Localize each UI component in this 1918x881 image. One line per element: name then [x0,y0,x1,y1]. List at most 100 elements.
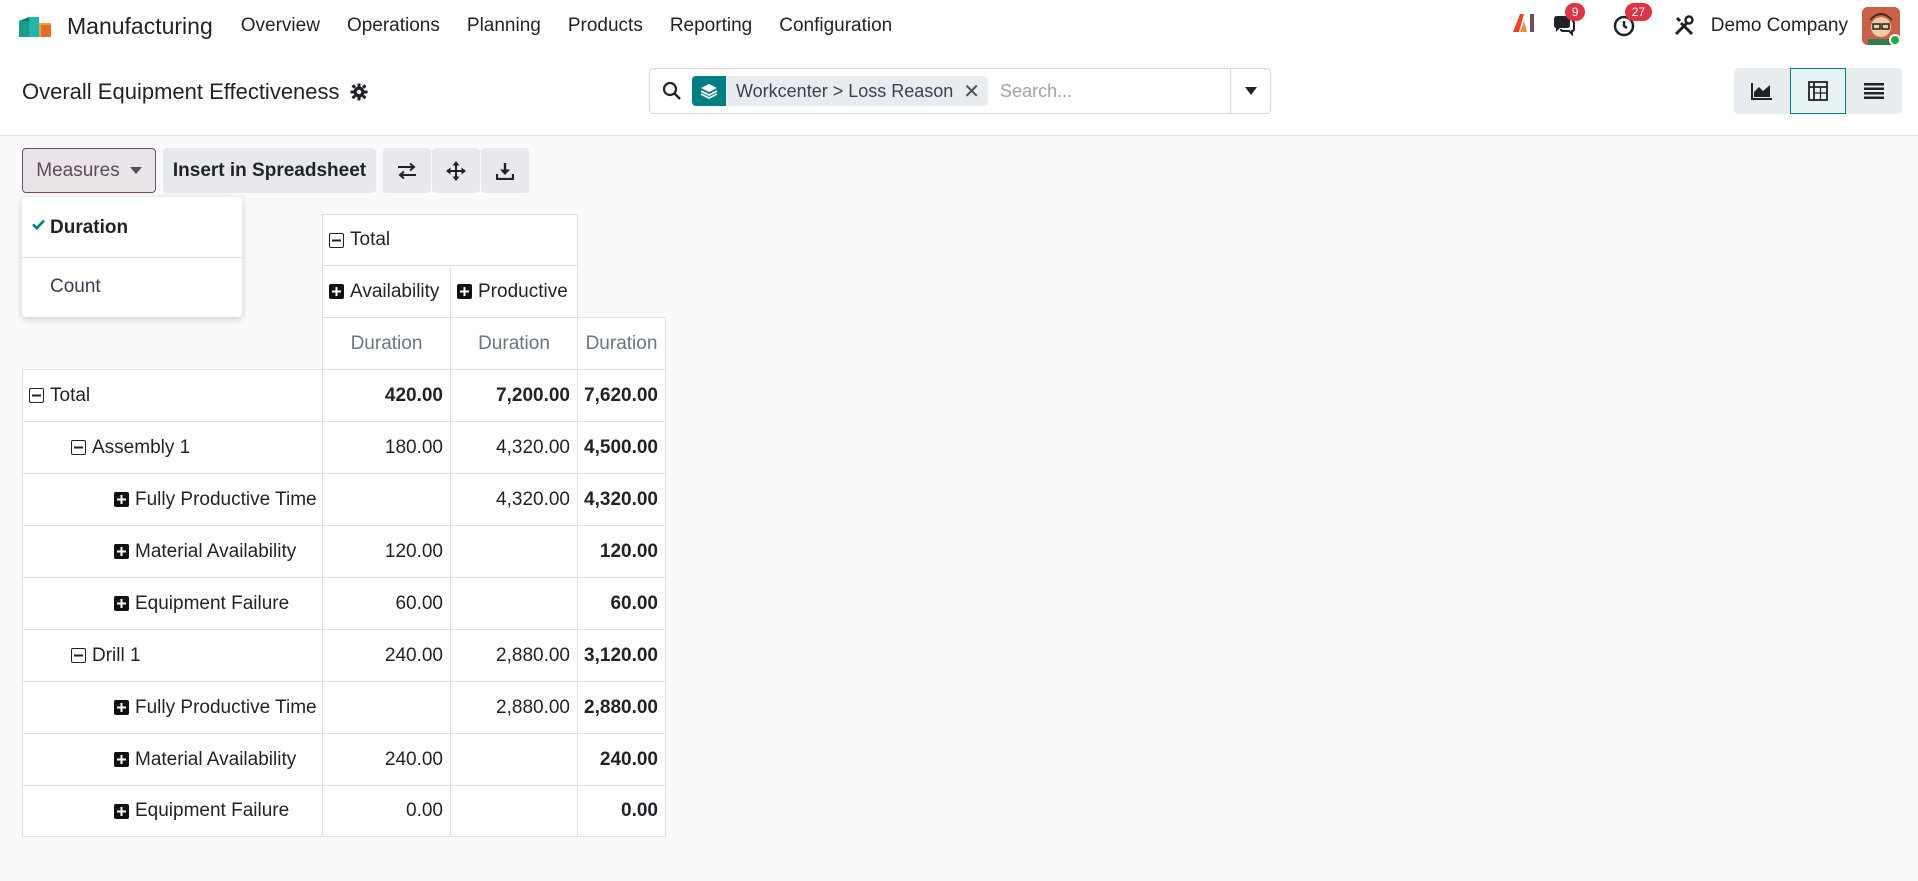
app-name: Manufacturing [67,12,213,39]
arrows-move-icon [446,160,466,181]
list-icon [1864,83,1884,99]
measure-option-duration[interactable]: Duration [22,199,242,257]
row-label: Drill 1 [92,644,141,666]
expand-icon [114,544,129,559]
pivot-cell[interactable]: 240.00 [322,733,451,786]
row-label: Fully Productive Time [135,488,317,510]
caret-down-icon [1244,87,1257,95]
col-header-total-label: Total [350,229,391,250]
pivot-cell[interactable]: 2,880.00 [450,681,578,734]
menu-reporting[interactable]: Reporting [670,15,752,37]
menu-operations[interactable]: Operations [347,15,440,37]
row-header-fully-productive-time[interactable]: Fully Productive Time [22,473,323,526]
row-header-equipment-failure[interactable]: Equipment Failure [22,577,323,630]
measures-dropdown-button[interactable]: Measures [22,148,156,193]
expand-all-button[interactable] [432,148,480,193]
pivot-total-cell[interactable]: 7,620.00 [577,369,666,422]
pivot-total-cell[interactable]: 3,120.00 [577,629,666,682]
measure-option-label: Duration [50,217,129,238]
measure-option-count[interactable]: Count [22,258,242,316]
pivot-table-icon [1808,81,1828,101]
app-brand[interactable]: Manufacturing [17,13,213,40]
activities-icon[interactable]: 27 [1611,3,1653,39]
menu-planning[interactable]: Planning [467,15,541,37]
pivot-total-cell[interactable]: 4,320.00 [577,473,666,526]
pivot-cell[interactable]: 420.00 [322,369,451,422]
pivot-cell[interactable]: 120.00 [322,525,451,578]
pivot-cell[interactable] [450,733,578,786]
view-graph-button[interactable] [1734,68,1790,114]
measure-header[interactable]: Duration [322,317,451,370]
row-header-material-availability[interactable]: Material Availability [22,525,323,578]
close-icon[interactable]: ✕ [963,79,980,104]
pivot-cell[interactable] [450,525,578,578]
search-options-toggle[interactable] [1230,69,1270,113]
row-header-fully-productive-time[interactable]: Fully Productive Time [22,681,323,734]
pivot-cell[interactable]: 7,200.00 [450,369,578,422]
manufacturing-logo-icon [19,17,51,37]
pivot-cell[interactable]: 4,320.00 [450,421,578,474]
row-label: Equipment Failure [135,800,290,821]
col-header-productive[interactable]: Productive [450,265,578,318]
row-label: Fully Productive Time [135,696,317,718]
search-icon[interactable] [662,81,682,101]
row-header-assembly-1[interactable]: Assembly 1 [22,421,323,474]
company-switcher[interactable]: Demo Company [1711,15,1848,37]
view-list-button[interactable] [1846,68,1902,114]
row-header-drill-1[interactable]: Drill 1 [22,629,323,682]
pivot-cell[interactable]: 240.00 [322,629,451,682]
menu-overview[interactable]: Overview [241,15,320,37]
collapse-icon [29,388,44,403]
row-label: Material Availability [135,540,297,562]
row-label: Assembly 1 [92,436,191,458]
pivot-cell[interactable] [450,577,578,630]
row-label: Equipment Failure [135,592,290,614]
main-menu: Overview Operations Planning Products Re… [241,15,920,37]
pivot-cell[interactable] [322,681,451,734]
menu-products[interactable]: Products [568,15,643,37]
view-switcher [1734,68,1902,114]
pivot-total-cell[interactable]: 0.00 [577,785,666,837]
layers-icon [692,76,726,106]
search-facet-groupby: Workcenter > Loss Reason ✕ [692,76,989,106]
col-header-total[interactable]: Total [322,214,578,266]
col-header-availability[interactable]: Availability [322,265,451,318]
expand-icon [114,752,129,767]
measure-header[interactable]: Duration [450,317,578,370]
pivot-total-cell[interactable]: 240.00 [577,733,666,786]
search-input[interactable] [1000,80,1221,102]
insert-in-spreadsheet-button[interactable]: Insert in Spreadsheet [163,148,376,193]
measure-header[interactable]: Duration [577,317,666,370]
pivot-total-cell[interactable]: 120.00 [577,525,666,578]
download-button[interactable] [481,148,529,193]
row-label: Total [50,384,91,406]
pivot-cell[interactable]: 4,320.00 [450,473,578,526]
view-pivot-button[interactable] [1790,68,1846,114]
measures-label: Measures [36,159,120,181]
row-header-equipment-failure[interactable]: Equipment Failure [22,785,323,837]
pivot-cell[interactable] [450,785,578,837]
row-header-total[interactable]: Total [22,369,323,422]
page-title: Overall Equipment Effectiveness [22,79,368,105]
flip-axis-button[interactable] [383,148,431,193]
systray: 9 27 Demo Company [1511,0,1918,52]
gear-icon[interactable] [350,83,368,101]
pivot-cell[interactable]: 60.00 [322,577,451,630]
pivot-total-cell[interactable]: 60.00 [577,577,666,630]
pivot-cell[interactable]: 180.00 [322,421,451,474]
row-header-material-availability[interactable]: Material Availability [22,733,323,786]
online-status-indicator [1889,34,1900,45]
search-bar: Workcenter > Loss Reason ✕ [649,68,1271,114]
pivot-cell[interactable] [322,473,451,526]
row-label: Material Availability [135,748,297,770]
pivot-cell[interactable]: 2,880.00 [450,629,578,682]
menu-configuration[interactable]: Configuration [779,15,892,37]
pivot-total-cell[interactable]: 4,500.00 [577,421,666,474]
user-avatar[interactable] [1862,7,1900,45]
ai-icon[interactable] [1511,12,1537,40]
messages-icon[interactable]: 9 [1551,3,1586,39]
expand-icon [114,492,129,507]
debug-tools-icon[interactable] [1671,13,1697,39]
pivot-cell[interactable]: 0.00 [322,785,451,837]
pivot-total-cell[interactable]: 2,880.00 [577,681,666,734]
